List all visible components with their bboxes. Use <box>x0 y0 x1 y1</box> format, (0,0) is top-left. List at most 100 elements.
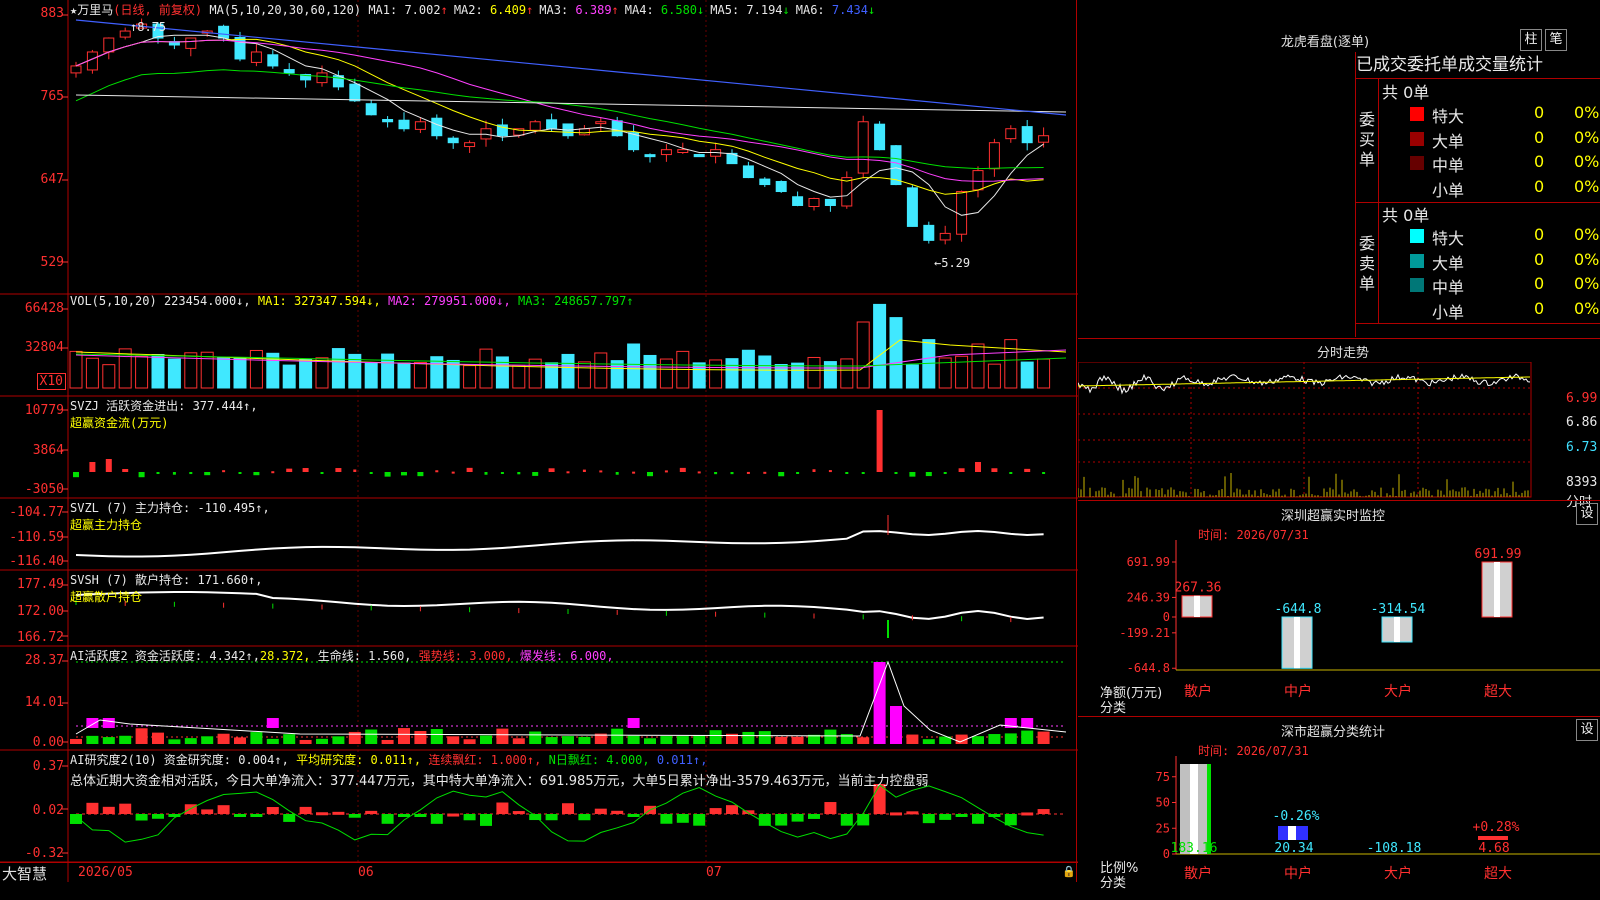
research-bar <box>791 814 804 822</box>
ma-value-5: MA5: 7.194↓ <box>710 3 790 17</box>
candle <box>808 198 820 207</box>
class-category-label: 中户 <box>1284 865 1312 882</box>
volume-bar <box>512 364 526 389</box>
kline-chart-area[interactable] <box>0 0 1078 882</box>
svzj-tick: 10779 <box>24 403 64 418</box>
class-value-label: 183.16 <box>1171 841 1218 856</box>
fund-flow-bar <box>417 472 424 477</box>
active-bar <box>266 738 279 744</box>
order-size-label: 中单 <box>1432 156 1465 175</box>
active-bar <box>824 729 837 744</box>
monitor-tick-label: 0 <box>1163 610 1170 624</box>
candle <box>824 198 836 206</box>
lock-icon[interactable]: 🔒 <box>1062 865 1076 878</box>
volume-bar <box>627 343 641 389</box>
order-count: 0 <box>1534 298 1545 318</box>
ai-research-header: AI研究度2(10) 资金研究度: 0.004↑, 平均研究度: 0.011↑,… <box>70 751 929 789</box>
volume-bar <box>807 356 821 389</box>
fund-flow-bar <box>925 472 932 477</box>
sell-total: 共 0单 <box>1382 206 1430 225</box>
volume-bar <box>545 362 559 389</box>
order-size-label: 大单 <box>1432 131 1465 151</box>
research-bar <box>545 814 558 821</box>
svzj-tick: 3864 <box>32 443 64 458</box>
research-bar <box>283 814 296 822</box>
sz-class-settings-button[interactable]: 设 <box>1576 719 1598 741</box>
volume-bar <box>659 358 673 389</box>
active-bar <box>234 737 246 744</box>
fund-flow-bar <box>466 467 473 472</box>
svsh-subtitle: 超赢散户持仓 <box>70 590 143 604</box>
fund-flow-bar <box>500 472 504 474</box>
active-bar <box>332 736 345 744</box>
monitor-value-label: -644.8 <box>1275 602 1322 617</box>
candle <box>447 137 459 144</box>
fund-flow-bar <box>286 468 293 472</box>
research-bar <box>775 814 788 826</box>
stock-name[interactable]: ★万里马 <box>70 3 113 17</box>
volume-bar <box>397 362 411 389</box>
active-bar <box>627 735 640 744</box>
ai-active-lifeline: 生命线: 1.560, <box>317 649 412 663</box>
active-bar <box>184 738 197 744</box>
fund-flow-bar <box>189 472 193 475</box>
monitor-bar <box>1181 595 1213 618</box>
svzj-title: SVZJ 活跃资金进出: 377.444↑, <box>70 399 258 413</box>
fund-flow-bar <box>876 410 883 472</box>
svzj-header: SVZJ 活跃资金进出: 377.444↑, 超赢资金流(万元) <box>70 397 258 431</box>
research-bar <box>266 807 279 814</box>
buy-orders-label: 委买单 <box>1358 110 1375 169</box>
candle <box>759 178 771 186</box>
research-bar <box>594 808 607 814</box>
research-bar <box>365 810 378 814</box>
ai-active-axis: 28.37 14.01 0.00 <box>0 647 68 750</box>
ai-research-tick: 0.02 <box>32 803 64 818</box>
bar-view-button[interactable]: 柱 <box>1520 29 1542 51</box>
volume-bar <box>692 362 706 389</box>
ai-research-red: 连续飘红: 1.000↑, <box>428 753 542 767</box>
sz-monitor-settings-button[interactable]: 设 <box>1576 503 1598 525</box>
candle <box>349 83 361 102</box>
high-marker: ↑8.75 <box>130 20 167 34</box>
dragon-tiger-tabs[interactable]: 已成交委托单成交量统计 <box>1356 52 1600 79</box>
main-holding-line <box>75 529 1044 558</box>
svsh-header: SVSH (7) 散户持仓: 171.660↑, 超赢散户持仓 <box>70 571 263 605</box>
color-swatch <box>1410 302 1424 317</box>
color-swatch <box>1410 180 1424 195</box>
monitor-bar-shine <box>1494 562 1500 617</box>
tick-view-button[interactable]: 笔 <box>1545 29 1567 51</box>
research-bar <box>627 814 640 817</box>
order-size-label: 特大 <box>1432 229 1465 248</box>
intraday-tick: 6.99 <box>1566 391 1598 406</box>
research-bar <box>299 806 312 814</box>
fund-flow-bar <box>73 472 79 478</box>
period-label[interactable]: (日线, 前复权) <box>113 3 202 17</box>
ma-value-4: MA4: 6.580↓ <box>624 3 705 17</box>
monitor-value-label: 691.99 <box>1475 547 1522 562</box>
order-count: 0 <box>1534 127 1545 147</box>
research-bar <box>857 814 870 826</box>
candle <box>529 121 541 131</box>
monitor-bar-shine <box>1394 617 1400 642</box>
research-bar <box>660 814 673 824</box>
fund-flow-bar <box>615 472 619 475</box>
active-bar <box>447 736 460 744</box>
active-bar <box>1004 733 1017 744</box>
fund-flow-bar <box>320 472 324 474</box>
volume-bar <box>69 350 83 389</box>
volume-bar <box>299 359 313 389</box>
monitor-tick-label: 246.39 <box>1127 590 1170 604</box>
fund-flow-bar <box>122 468 129 472</box>
fund-flow-bar <box>1009 472 1013 474</box>
candle <box>988 142 1000 170</box>
research-bar <box>398 814 410 817</box>
active-bar <box>890 706 902 744</box>
research-bar <box>447 813 460 817</box>
price-tick: 529 <box>40 255 64 270</box>
volume-bar <box>151 354 165 389</box>
ma-value-2: MA2: 6.409↑ <box>453 3 534 17</box>
brand-logo[interactable]: 大智慧 <box>2 863 47 884</box>
monitor-value-label: -314.54 <box>1371 602 1426 617</box>
ai-research-nday: N日飘红: 4.000, <box>548 753 650 767</box>
intraday-chart[interactable] <box>1078 362 1600 500</box>
